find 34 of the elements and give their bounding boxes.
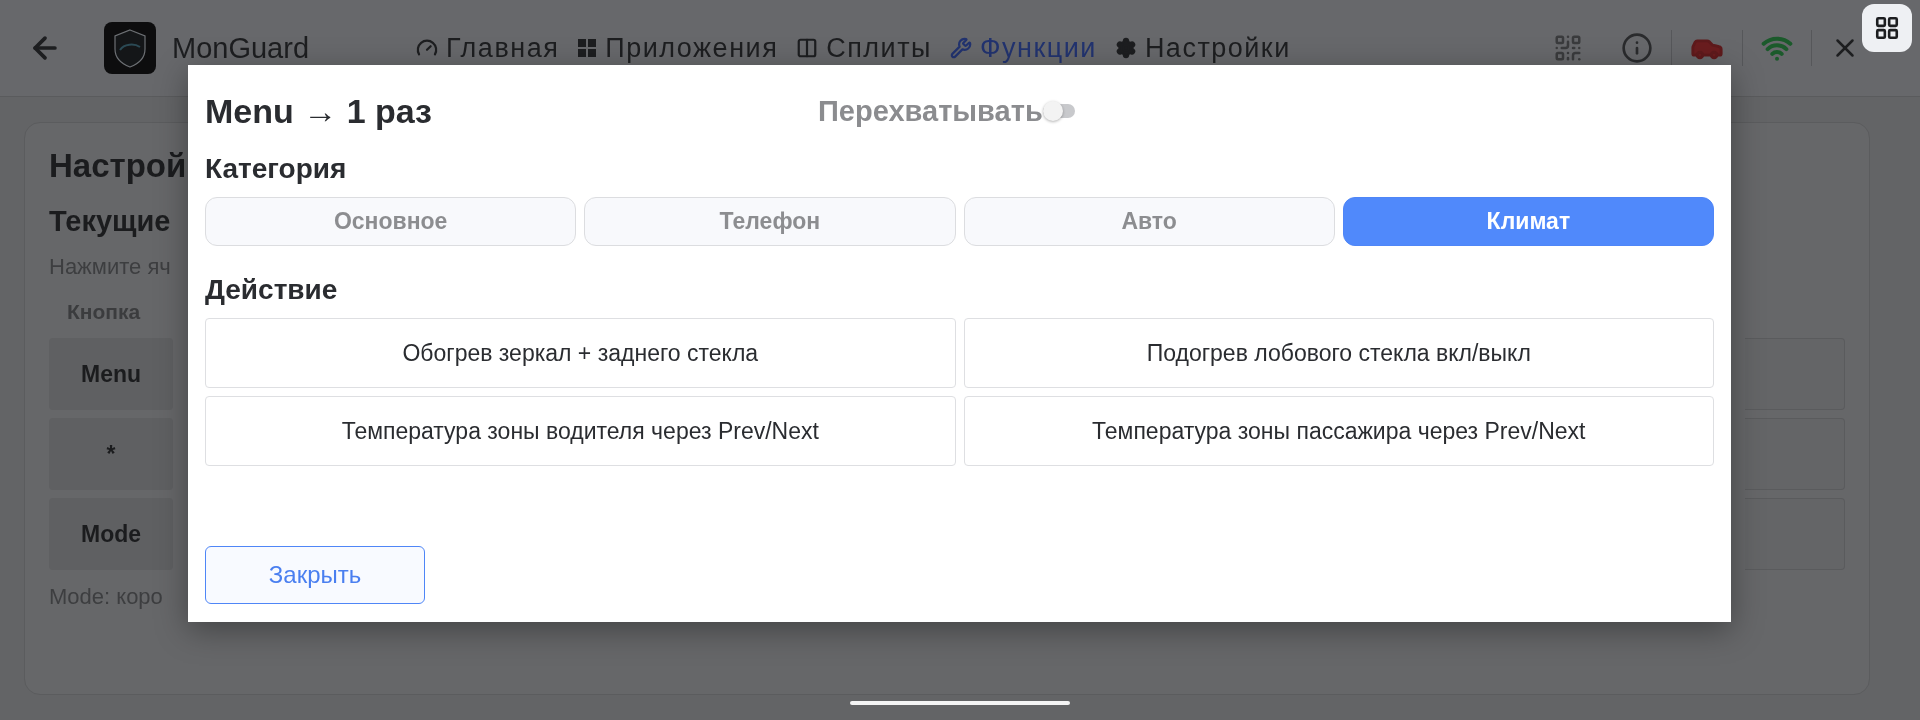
info-icon[interactable] xyxy=(1621,32,1653,64)
nav-tab[interactable]: Главная xyxy=(416,32,560,64)
section-title: Текущие xyxy=(49,205,171,238)
columns-icon xyxy=(796,37,819,59)
nav-tab[interactable]: Настройки xyxy=(1114,32,1291,64)
table-cell[interactable]: * xyxy=(49,418,173,490)
action-button[interactable]: Обогрев зеркал + заднего стекла xyxy=(205,318,956,388)
category-tab[interactable]: Авто xyxy=(963,197,1335,246)
nav-tab[interactable]: Функции xyxy=(950,32,1097,64)
nav-tab[interactable]: Сплиты xyxy=(796,32,932,64)
category-tab[interactable]: Климат xyxy=(1342,197,1714,246)
action-button[interactable]: Температура зоны водителя через Prev/Next xyxy=(205,396,956,466)
dialog-title: Menu → 1 раз xyxy=(205,91,433,131)
settings-icon xyxy=(1114,37,1137,59)
qr-code-icon[interactable] xyxy=(1553,33,1583,63)
grid-icon xyxy=(1874,15,1900,41)
section-label: Действие xyxy=(205,274,339,306)
section-label: Категория xyxy=(205,153,348,185)
category-tab[interactable]: Основное xyxy=(205,197,577,246)
shield-logo xyxy=(104,22,156,74)
toggle-label: Перехватывать xyxy=(818,94,1043,128)
action-button[interactable]: Температура зоны пассажира через Prev/Next xyxy=(963,396,1714,466)
intercept-toggle[interactable] xyxy=(1042,104,1075,118)
grid-icon xyxy=(577,38,598,58)
table-cell[interactable]: Mode xyxy=(49,498,173,570)
table-cell[interactable]: Menu xyxy=(49,338,173,410)
app-title: MonGuard xyxy=(172,31,310,65)
wrench-icon xyxy=(950,37,972,59)
close-button[interactable]: Закрыть xyxy=(205,546,425,604)
category-tab[interactable]: Телефон xyxy=(584,197,956,246)
apps-button[interactable] xyxy=(1862,4,1912,52)
page-title: Настрой xyxy=(49,147,187,185)
nav-tab[interactable]: Приложения xyxy=(577,32,779,64)
action-button[interactable]: Подогрев лобового стекла вкл/выкл xyxy=(963,318,1714,388)
